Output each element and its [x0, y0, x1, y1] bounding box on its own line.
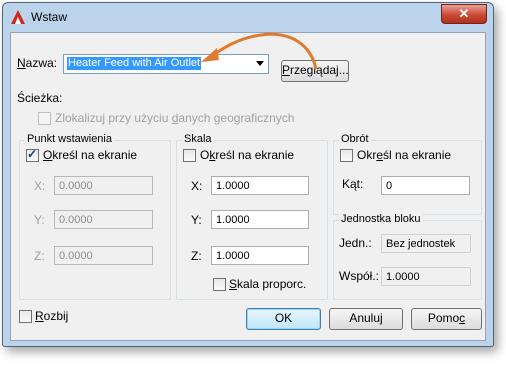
uniform-scale-checkbox[interactable] — [213, 278, 226, 291]
scale-z-label: Z: — [191, 249, 202, 263]
close-button[interactable]: ✕ — [441, 4, 487, 24]
ok-button[interactable]: OK — [246, 308, 321, 330]
rotation-title: Obrót — [339, 133, 371, 145]
factor-label: Współ.: — [339, 269, 380, 283]
rotation-specify-checkbox[interactable] — [340, 149, 353, 162]
block-name-value: Heater Feed with Air Outlet — [67, 57, 202, 70]
autocad-app-icon — [11, 10, 25, 24]
unit-label: Jedn.: — [339, 236, 372, 250]
rotation-group: Obrót Określ na ekranie Kąt: 0 — [333, 133, 482, 215]
rotation-specify-label: Określ na ekranie — [357, 148, 452, 162]
insertion-z-label: Z: — [34, 249, 45, 263]
factor-value: 1.0000 — [381, 267, 471, 286]
angle-label: Kąt: — [342, 177, 364, 191]
insert-dialog: Wstaw ✕ Nazwa: Heater Feed with Air Outl… — [2, 2, 494, 347]
block-unit-title: Jednostka bloku — [339, 213, 423, 225]
scale-y-label: Y: — [191, 213, 202, 227]
insertion-z-input[interactable]: 0.0000 — [54, 246, 153, 265]
geo-checkbox-label: Zlokalizuj przy użyciu danych geograficz… — [55, 111, 295, 125]
scale-x-input[interactable]: 1.0000 — [211, 176, 309, 195]
insertion-specify-label: Określ na ekranie — [43, 148, 138, 162]
window-title: Wstaw — [31, 10, 67, 24]
scale-title: Skala — [182, 133, 214, 145]
annotation-arrow-icon — [201, 32, 318, 70]
explode-checkbox[interactable] — [19, 310, 32, 323]
scale-specify-label: Określ na ekranie — [200, 148, 295, 162]
insertion-x-label: X: — [34, 179, 46, 193]
cancel-button[interactable]: Anuluj — [329, 308, 403, 330]
scale-z-input[interactable]: 1.0000 — [211, 246, 309, 265]
scale-specify-checkbox[interactable] — [183, 149, 196, 162]
insertion-y-input[interactable]: 0.0000 — [54, 210, 153, 229]
scale-x-label: X: — [191, 179, 203, 193]
block-unit-group: Jednostka bloku Jedn.: Bez jednostek Wsp… — [333, 213, 482, 300]
help-button[interactable]: Pomoc — [411, 308, 482, 330]
insertion-x-input[interactable]: 0.0000 — [54, 176, 153, 195]
insertion-point-group: Punkt wstawienia Określ na ekranie X: 0.… — [19, 133, 171, 300]
insertion-y-label: Y: — [34, 213, 45, 227]
angle-input[interactable]: 0 — [381, 176, 470, 195]
explode-label: Rozbij — [35, 309, 69, 323]
scale-group: Skala Określ na ekranie X: 1.0000 Y: 1.0… — [176, 133, 328, 300]
scale-y-input[interactable]: 1.0000 — [211, 210, 309, 229]
insertion-specify-checkbox[interactable] — [26, 147, 39, 162]
insertion-point-title: Punkt wstawienia — [25, 133, 114, 145]
title-bar[interactable]: Wstaw ✕ — [3, 3, 493, 31]
path-label: Ścieżka: — [17, 91, 63, 105]
uniform-scale-label: Skala proporc. — [229, 277, 307, 291]
close-icon: ✕ — [458, 6, 470, 21]
geo-checkbox[interactable] — [38, 112, 51, 125]
name-label: Nazwa: — [17, 56, 58, 70]
dialog-body: Nazwa: Heater Feed with Air Outlet Przeg… — [10, 32, 486, 341]
unit-value: Bez jednostek — [381, 234, 471, 253]
